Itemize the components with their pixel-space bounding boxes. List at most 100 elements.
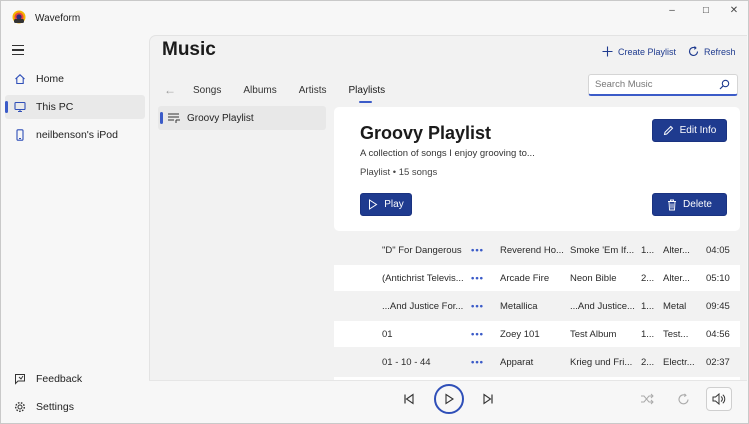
sidebar-item-feedback[interactable]: Feedback xyxy=(5,367,145,391)
play-button[interactable]: Play xyxy=(360,193,412,216)
track-artist: Apparat xyxy=(500,356,534,368)
track-duration: 02:37 xyxy=(706,356,730,368)
more-options-icon[interactable]: ••• xyxy=(471,301,484,312)
track-album: Neon Bible xyxy=(570,272,617,284)
title-bar: Waveform – ☐ ✕ xyxy=(1,1,748,35)
tab-albums[interactable]: Albums xyxy=(243,85,276,96)
home-icon xyxy=(13,72,27,86)
track-number: 1... xyxy=(641,244,655,256)
maximize-button[interactable]: ☐ xyxy=(691,3,721,19)
feedback-icon xyxy=(13,372,27,386)
minimize-button[interactable]: – xyxy=(657,3,687,19)
sidebar: Home This PC neilbenson's iPod Feedback xyxy=(1,35,149,423)
play-icon xyxy=(445,393,455,405)
more-options-icon[interactable]: ••• xyxy=(471,357,484,368)
delete-button[interactable]: Delete xyxy=(652,193,727,216)
sidebar-item-this-pc[interactable]: This PC xyxy=(5,95,145,119)
gear-icon xyxy=(13,400,27,414)
table-row[interactable]: "D" For Dangerous ••• Reverend Ho... Smo… xyxy=(334,237,740,263)
table-row[interactable]: (Antichrist Televis... ••• Arcade Fire N… xyxy=(334,265,740,291)
app-title: Waveform xyxy=(35,13,81,24)
skip-next-icon xyxy=(483,393,493,405)
refresh-icon xyxy=(688,46,699,57)
track-artist: Metallica xyxy=(500,300,538,312)
phone-icon xyxy=(13,128,27,142)
track-number: 1... xyxy=(641,300,655,312)
search-input[interactable] xyxy=(595,79,715,90)
track-number: 1... xyxy=(641,328,655,340)
create-playlist-button[interactable]: Create Playlist xyxy=(602,46,676,57)
refresh-label: Refresh xyxy=(704,46,736,57)
sidebar-item-home[interactable]: Home xyxy=(5,67,145,91)
active-indicator xyxy=(5,101,8,113)
sidebar-item-settings[interactable]: Settings xyxy=(5,395,145,419)
track-genre: Electr... xyxy=(663,356,695,368)
track-list: "D" For Dangerous ••• Reverend Ho... Smo… xyxy=(334,236,740,381)
search-box xyxy=(588,74,738,96)
playlist-title: Groovy Playlist xyxy=(360,123,492,143)
track-title: 01 - 10 - 44 xyxy=(382,356,431,368)
sidebar-item-ipod[interactable]: neilbenson's iPod xyxy=(5,123,145,147)
main-panel: Music Create Playlist Refresh ← Songs Al… xyxy=(149,35,747,381)
track-album: ...And Justice... xyxy=(570,300,635,312)
playlist-list-item[interactable]: Groovy Playlist xyxy=(158,106,326,130)
volume-icon xyxy=(712,393,726,405)
more-options-icon[interactable]: ••• xyxy=(471,273,484,284)
track-duration: 09:45 xyxy=(706,300,730,312)
plus-icon xyxy=(602,46,613,57)
tab-bar: ← Songs Albums Artists Playlists xyxy=(164,79,407,103)
track-album: Smoke 'Em If... xyxy=(570,244,635,256)
tab-songs[interactable]: Songs xyxy=(193,85,221,96)
track-genre: Alter... xyxy=(663,272,690,284)
search-icon[interactable] xyxy=(719,79,730,90)
monitor-icon xyxy=(13,100,27,114)
player-bar xyxy=(149,380,747,423)
track-number: 2... xyxy=(641,272,655,284)
volume-button[interactable] xyxy=(706,387,732,411)
more-options-icon[interactable]: ••• xyxy=(471,329,484,340)
trash-icon xyxy=(668,199,677,210)
track-artist: Arcade Fire xyxy=(500,272,550,284)
refresh-button[interactable]: Refresh xyxy=(688,46,736,57)
table-row[interactable]: 01 ••• Zoey 101 Test Album 1... Test... … xyxy=(334,321,740,347)
track-title: (Antichrist Televis... xyxy=(382,272,464,284)
tab-artists[interactable]: Artists xyxy=(299,85,327,96)
app-window: Waveform – ☐ ✕ Home This PC neilbenson's… xyxy=(0,0,749,424)
shuffle-button[interactable] xyxy=(639,391,655,407)
track-title: "D" For Dangerous xyxy=(382,244,462,256)
track-genre: Test... xyxy=(663,328,689,340)
playlist-description: A collection of songs I enjoy grooving t… xyxy=(360,148,535,159)
previous-track-button[interactable] xyxy=(401,391,417,407)
tab-playlists[interactable]: Playlists xyxy=(349,85,385,103)
track-duration: 05:10 xyxy=(706,272,730,284)
create-playlist-label: Create Playlist xyxy=(618,46,677,57)
play-label: Play xyxy=(384,199,404,210)
next-track-button[interactable] xyxy=(480,391,496,407)
back-arrow-icon[interactable]: ← xyxy=(164,83,182,97)
playlist-meta: Playlist • 15 songs xyxy=(360,167,438,178)
delete-label: Delete xyxy=(683,199,712,210)
track-artist: Zoey 101 xyxy=(500,328,540,340)
playlist-list-label: Groovy Playlist xyxy=(187,112,254,124)
repeat-icon xyxy=(678,392,689,404)
waveform-logo-icon xyxy=(12,10,26,24)
sidebar-item-label: This PC xyxy=(36,101,74,113)
repeat-button[interactable] xyxy=(675,391,691,407)
page-title: Music xyxy=(162,39,216,60)
track-duration: 04:05 xyxy=(706,244,730,256)
edit-info-button[interactable]: Edit Info xyxy=(652,119,727,142)
hamburger-menu-icon[interactable] xyxy=(12,45,24,55)
active-indicator xyxy=(160,112,163,124)
play-pause-button[interactable] xyxy=(434,384,464,414)
playlist-icon xyxy=(168,113,180,123)
sidebar-item-label: Home xyxy=(36,73,65,85)
play-icon xyxy=(369,199,378,210)
table-row[interactable]: 01 - 10 - 44 ••• Apparat Krieg und Fri..… xyxy=(334,349,740,375)
table-row[interactable]: ...And Justice For... ••• Metallica ...A… xyxy=(334,293,740,319)
track-album: Krieg und Fri... xyxy=(570,356,633,368)
pencil-icon xyxy=(663,125,673,136)
more-options-icon[interactable]: ••• xyxy=(471,245,484,256)
skip-previous-icon xyxy=(404,393,414,405)
sidebar-item-label: Feedback xyxy=(36,373,83,385)
close-button[interactable]: ✕ xyxy=(719,3,748,19)
